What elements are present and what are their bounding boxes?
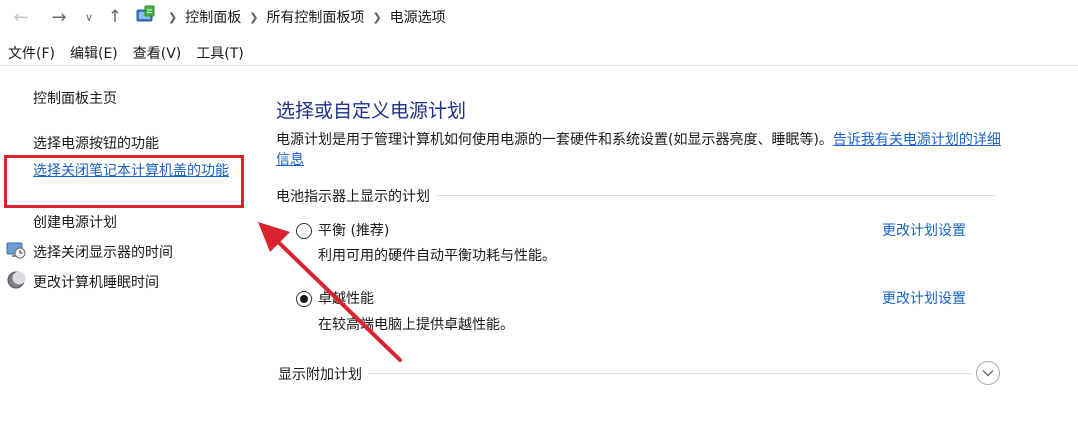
sleep-moon-icon [7, 271, 26, 289]
page-title: 选择或自定义电源计划 [276, 100, 467, 122]
intro-paragraph: 电源计划是用于管理计算机如何使用电源的一套硬件和系统设置(如显示器亮度、睡眠等)… [276, 130, 1006, 170]
more-plans-divider [278, 373, 972, 374]
monitor-clock-icon [6, 242, 26, 259]
plan-name-ultimate-performance[interactable]: 卓越性能 [318, 288, 374, 308]
plan-name-balanced[interactable]: 平衡 (推荐) [318, 220, 389, 240]
control-panel-icon [136, 5, 155, 22]
section-label: 电池指示器上显示的计划 [276, 186, 436, 206]
more-plans-label[interactable]: 显示附加计划 [278, 364, 368, 384]
expand-chevron-icon[interactable] [976, 361, 1000, 385]
menu-edit[interactable]: 编辑(E) [70, 43, 118, 63]
breadcrumb-separator-icon: ❯ [168, 10, 178, 24]
plan-radio-ultimate-performance[interactable] [296, 291, 312, 307]
breadcrumb-control-panel[interactable]: 控制面板 [185, 7, 241, 27]
sidebar-item-power-button[interactable]: 选择电源按钮的功能 [33, 133, 159, 153]
breadcrumb: ❯ 控制面板 ❯ 所有控制面板项 ❯ 电源选项 [160, 6, 446, 28]
change-plan-settings-balanced-link[interactable]: 更改计划设置 [882, 220, 966, 240]
back-arrow-icon[interactable]: ← [8, 6, 34, 28]
menu-view[interactable]: 查看(V) [133, 43, 182, 63]
breadcrumb-separator-icon: ❯ [372, 10, 382, 24]
menu-tools[interactable]: 工具(T) [196, 43, 243, 63]
menu-bar: 文件(F) 编辑(E) 查看(V) 工具(T) [0, 40, 1078, 66]
address-bar: ← → ∨ ↑ ❯ 控制面板 ❯ 所有控制面板项 ❯ 电源选项 [0, 0, 1078, 36]
plan-description-balanced: 利用可用的硬件自动平衡功耗与性能。 [318, 248, 556, 264]
sidebar-item-sleep-time[interactable]: 更改计算机睡眠时间 [33, 272, 159, 292]
sidebar-item-display-off[interactable]: 选择关闭显示器的时间 [33, 242, 173, 262]
sidebar: 控制面板主页 选择电源按钮的功能 选择关闭笔记本计算机盖的功能 创建电源计划 选… [0, 67, 255, 440]
change-plan-settings-ultimate-link[interactable]: 更改计划设置 [882, 288, 966, 308]
highlight-box [4, 155, 244, 208]
breadcrumb-power-options[interactable]: 电源选项 [390, 7, 446, 27]
recent-locations-chevron-icon[interactable]: ∨ [80, 6, 98, 28]
plan-radio-balanced[interactable] [296, 223, 312, 239]
breadcrumb-separator-icon: ❯ [249, 10, 259, 24]
intro-text: 电源计划是用于管理计算机如何使用电源的一套硬件和系统设置(如显示器亮度、睡眠等)… [276, 132, 833, 148]
plan-description-ultimate-performance: 在较高端电脑上提供卓越性能。 [318, 317, 514, 333]
sidebar-item-create-plan[interactable]: 创建电源计划 [33, 212, 117, 232]
menu-file[interactable]: 文件(F) [8, 43, 55, 63]
up-arrow-icon[interactable]: ↑ [104, 6, 126, 28]
sidebar-home-link[interactable]: 控制面板主页 [33, 88, 117, 108]
breadcrumb-all-items[interactable]: 所有控制面板项 [266, 7, 364, 27]
forward-arrow-icon[interactable]: → [46, 6, 72, 28]
